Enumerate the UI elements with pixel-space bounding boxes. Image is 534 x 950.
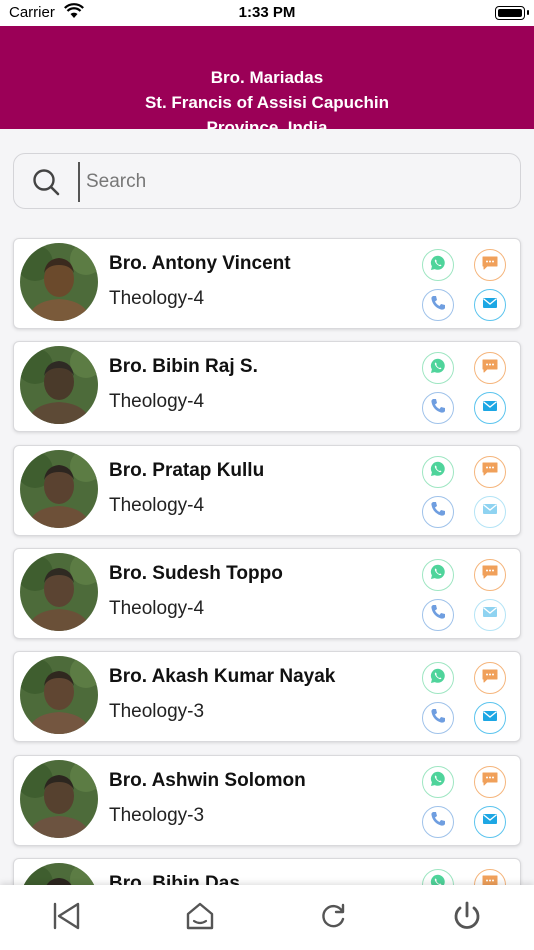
call-button[interactable] <box>422 495 454 528</box>
contact-card[interactable]: Bro. Akash Kumar Nayak Theology-3 <box>13 651 521 743</box>
contact-name: Bro. Akash Kumar Nayak <box>109 666 336 688</box>
header-province: St. Francis of Assisi Capuchin <box>144 93 390 112</box>
mail-icon <box>481 294 499 317</box>
message-button[interactable] <box>474 662 506 695</box>
whatsapp-icon <box>429 357 447 380</box>
power-icon[interactable] <box>450 899 484 933</box>
avatar <box>20 759 98 838</box>
whatsapp-icon <box>429 460 447 483</box>
message-button[interactable] <box>474 352 506 385</box>
contact-course: Theology-4 <box>109 597 205 619</box>
avatar <box>20 552 98 631</box>
avatar <box>20 862 98 885</box>
message-icon <box>481 254 499 277</box>
contact-course: Theology-3 <box>109 701 205 723</box>
call-button[interactable] <box>422 598 454 631</box>
contact-card[interactable]: Bro. Sudesh Toppo Theology-4 <box>13 547 521 639</box>
whatsapp-button[interactable] <box>422 249 454 281</box>
avatar <box>20 346 98 425</box>
mail-icon <box>481 397 499 420</box>
phone-icon <box>429 397 447 420</box>
search-icon <box>32 168 62 203</box>
message-button[interactable] <box>474 455 506 488</box>
back-icon[interactable] <box>49 899 83 933</box>
contact-course: Theology-4 <box>109 391 205 413</box>
message-button[interactable] <box>474 249 506 281</box>
contact-name: Bro. Sudesh Toppo <box>109 562 283 584</box>
email-button[interactable] <box>474 392 506 425</box>
mail-icon <box>481 500 499 523</box>
message-button[interactable] <box>474 765 506 798</box>
whatsapp-button[interactable] <box>422 662 454 695</box>
phone-icon <box>429 500 447 523</box>
refresh-icon[interactable] <box>316 899 350 933</box>
mail-icon <box>481 707 499 730</box>
battery-icon <box>495 6 529 20</box>
phone-icon <box>429 294 447 317</box>
mail-icon <box>481 603 499 626</box>
whatsapp-icon <box>429 254 447 277</box>
contact-name: Bro. Bibin Das <box>109 872 240 885</box>
mail-icon <box>481 810 499 833</box>
avatar <box>20 656 98 735</box>
status-bar: Carrier 1:33 PM <box>0 0 534 26</box>
whatsapp-button[interactable] <box>422 868 454 885</box>
contact-name: Bro. Antony Vincent <box>109 253 291 274</box>
email-button[interactable] <box>474 805 506 838</box>
message-icon <box>481 770 499 793</box>
message-icon <box>481 563 499 586</box>
message-button[interactable] <box>474 558 506 591</box>
avatar <box>20 243 98 321</box>
contact-course: Theology-4 <box>109 494 205 516</box>
contact-name: Bro. Pratap Kullu <box>109 459 265 481</box>
search-input[interactable] <box>86 164 506 200</box>
phone-icon <box>429 707 447 730</box>
contact-course: Theology-3 <box>109 804 205 826</box>
text-cursor <box>78 162 80 202</box>
search-bar[interactable] <box>13 153 521 209</box>
clock: 1:33 PM <box>238 4 296 21</box>
contact-card[interactable]: Bro. Pratap Kullu Theology-4 <box>13 444 521 536</box>
email-button[interactable] <box>474 702 506 735</box>
contact-name: Bro. Bibin Raj S. <box>109 356 258 378</box>
message-icon <box>481 667 499 690</box>
contact-card[interactable]: Bro. Bibin Das <box>13 857 521 885</box>
whatsapp-icon <box>429 770 447 793</box>
whatsapp-button[interactable] <box>422 765 454 798</box>
whatsapp-button[interactable] <box>422 455 454 488</box>
app-header: Bro. Mariadas St. Francis of Assisi Capu… <box>0 26 534 129</box>
email-button[interactable] <box>474 495 506 528</box>
email-button[interactable] <box>474 598 506 631</box>
message-icon <box>481 873 499 885</box>
call-button[interactable] <box>422 289 454 321</box>
email-button[interactable] <box>474 289 506 321</box>
bottom-nav-bar <box>0 885 534 950</box>
whatsapp-icon <box>429 667 447 690</box>
whatsapp-icon <box>429 873 447 885</box>
phone-icon <box>429 810 447 833</box>
whatsapp-button[interactable] <box>422 558 454 591</box>
contact-card[interactable]: Bro. Ashwin Solomon Theology-3 <box>13 754 521 846</box>
avatar <box>20 449 98 528</box>
call-button[interactable] <box>422 805 454 838</box>
phone-icon <box>429 603 447 626</box>
contact-card[interactable]: Bro. Bibin Raj S. Theology-4 <box>13 341 521 433</box>
contact-name: Bro. Ashwin Solomon <box>109 769 306 791</box>
whatsapp-icon <box>429 563 447 586</box>
message-icon <box>481 460 499 483</box>
message-icon <box>481 357 499 380</box>
message-button[interactable] <box>474 868 506 885</box>
call-button[interactable] <box>422 392 454 425</box>
home-icon[interactable] <box>183 899 217 933</box>
whatsapp-button[interactable] <box>422 352 454 385</box>
call-button[interactable] <box>422 702 454 735</box>
contact-card[interactable]: Bro. Antony Vincent Theology-4 <box>13 238 521 329</box>
contact-list-area[interactable]: Bro. Antony VincentTheology-4Bro. Bibin … <box>0 129 534 885</box>
contact-course: Theology-4 <box>109 288 205 309</box>
header-name: Bro. Mariadas <box>210 68 324 87</box>
header-country: Province, India <box>206 118 328 129</box>
